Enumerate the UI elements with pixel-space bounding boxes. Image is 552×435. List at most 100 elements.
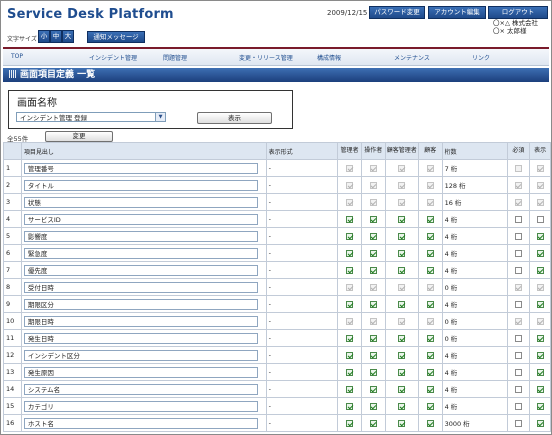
customer-checkbox[interactable] xyxy=(426,300,434,308)
chevron-down-icon[interactable]: ▼ xyxy=(155,113,165,121)
item-label-input[interactable]: 期限区分 xyxy=(23,298,258,310)
customer-checkbox[interactable] xyxy=(426,215,434,223)
admin-checkbox[interactable] xyxy=(346,300,354,308)
customer-admin-checkbox[interactable] xyxy=(398,232,406,240)
font-size-small-button[interactable]: 小 xyxy=(38,30,50,43)
nav-item-configuration[interactable]: 構成情報 xyxy=(317,53,341,62)
nav-item-incident[interactable]: インシデント管理 xyxy=(89,53,137,62)
admin-checkbox[interactable] xyxy=(346,402,354,410)
item-label-input[interactable]: 管理番号 xyxy=(23,162,258,174)
required-checkbox[interactable] xyxy=(514,351,522,359)
customer-checkbox[interactable] xyxy=(426,368,434,376)
customer-checkbox[interactable] xyxy=(426,249,434,257)
item-label-input[interactable]: 状態 xyxy=(23,196,258,208)
operator-checkbox[interactable] xyxy=(369,300,377,308)
required-checkbox[interactable] xyxy=(514,232,522,240)
customer-admin-checkbox[interactable] xyxy=(398,300,406,308)
item-label-input[interactable]: インシデント区分 xyxy=(23,349,258,361)
admin-checkbox[interactable] xyxy=(346,266,354,274)
visible-checkbox[interactable] xyxy=(536,402,544,410)
operator-checkbox[interactable] xyxy=(369,334,377,342)
screen-select[interactable]: インシデント管理 登録 ▼ xyxy=(16,112,166,122)
item-label-input[interactable]: 期限日時 xyxy=(23,315,258,327)
change-button[interactable]: 変更 xyxy=(45,131,113,142)
customer-admin-checkbox[interactable] xyxy=(398,402,406,410)
operator-checkbox[interactable] xyxy=(369,215,377,223)
item-label-input[interactable]: サービスID xyxy=(23,213,258,225)
operator-checkbox[interactable] xyxy=(369,249,377,257)
admin-checkbox[interactable] xyxy=(346,249,354,257)
item-label-input[interactable]: 影響度 xyxy=(23,230,258,242)
item-label-input[interactable]: 優先度 xyxy=(23,264,258,276)
nav-item-top[interactable]: TOP xyxy=(11,53,23,60)
nav-item-change-release[interactable]: 変更・リリース管理 xyxy=(239,53,293,62)
nav-item-maintenance[interactable]: メンテナンス xyxy=(394,53,430,62)
admin-checkbox[interactable] xyxy=(346,334,354,342)
operator-checkbox[interactable] xyxy=(369,385,377,393)
required-checkbox[interactable] xyxy=(514,300,522,308)
visible-checkbox[interactable] xyxy=(536,215,544,223)
item-label-input[interactable]: 発生原因 xyxy=(23,366,258,378)
item-label-input[interactable]: 受付日時 xyxy=(23,281,258,293)
account-edit-button[interactable]: アカウント編集 xyxy=(428,6,486,19)
customer-admin-checkbox[interactable] xyxy=(398,266,406,274)
customer-admin-checkbox[interactable] xyxy=(398,368,406,376)
display-button[interactable]: 表示 xyxy=(197,112,272,124)
required-checkbox[interactable] xyxy=(514,266,522,274)
notice-message-button[interactable]: 通知メッセージ xyxy=(87,31,145,43)
item-label-input[interactable]: 発生日時 xyxy=(23,332,258,344)
admin-checkbox[interactable] xyxy=(346,368,354,376)
operator-checkbox[interactable] xyxy=(369,368,377,376)
font-size-medium-button[interactable]: 中 xyxy=(50,30,62,43)
customer-checkbox[interactable] xyxy=(426,419,434,427)
visible-checkbox[interactable] xyxy=(536,300,544,308)
admin-checkbox[interactable] xyxy=(346,215,354,223)
nav-item-problem[interactable]: 問題管理 xyxy=(163,53,187,62)
visible-checkbox[interactable] xyxy=(536,266,544,274)
visible-checkbox[interactable] xyxy=(536,334,544,342)
customer-checkbox[interactable] xyxy=(426,385,434,393)
admin-checkbox[interactable] xyxy=(346,232,354,240)
operator-checkbox[interactable] xyxy=(369,351,377,359)
visible-checkbox[interactable] xyxy=(536,351,544,359)
operator-checkbox[interactable] xyxy=(369,402,377,410)
nav-item-link[interactable]: リンク xyxy=(472,53,490,62)
visible-checkbox[interactable] xyxy=(536,249,544,257)
required-checkbox[interactable] xyxy=(514,249,522,257)
customer-checkbox[interactable] xyxy=(426,351,434,359)
operator-checkbox[interactable] xyxy=(369,266,377,274)
required-checkbox[interactable] xyxy=(514,419,522,427)
operator-checkbox[interactable] xyxy=(369,419,377,427)
customer-checkbox[interactable] xyxy=(426,402,434,410)
logout-button[interactable]: ログアウト xyxy=(488,6,548,19)
item-label-input[interactable]: 緊急度 xyxy=(23,247,258,259)
customer-admin-checkbox[interactable] xyxy=(398,419,406,427)
required-checkbox[interactable] xyxy=(514,368,522,376)
item-label-input[interactable]: ホスト名 xyxy=(23,417,258,429)
operator-checkbox[interactable] xyxy=(369,232,377,240)
font-size-large-button[interactable]: 大 xyxy=(62,30,74,43)
required-checkbox[interactable] xyxy=(514,334,522,342)
required-checkbox[interactable] xyxy=(514,215,522,223)
customer-admin-checkbox[interactable] xyxy=(398,249,406,257)
visible-checkbox[interactable] xyxy=(536,232,544,240)
admin-checkbox[interactable] xyxy=(346,385,354,393)
item-label-input[interactable]: カテゴリ xyxy=(23,400,258,412)
customer-admin-checkbox[interactable] xyxy=(398,215,406,223)
password-change-button[interactable]: パスワード変更 xyxy=(369,6,425,19)
item-label-input[interactable]: タイトル xyxy=(23,179,258,191)
item-label-input[interactable]: システム名 xyxy=(23,383,258,395)
customer-admin-checkbox[interactable] xyxy=(398,351,406,359)
admin-checkbox[interactable] xyxy=(346,419,354,427)
admin-checkbox[interactable] xyxy=(346,351,354,359)
customer-admin-checkbox[interactable] xyxy=(398,385,406,393)
customer-checkbox[interactable] xyxy=(426,232,434,240)
visible-checkbox[interactable] xyxy=(536,385,544,393)
customer-checkbox[interactable] xyxy=(426,334,434,342)
customer-checkbox[interactable] xyxy=(426,266,434,274)
customer-admin-checkbox[interactable] xyxy=(398,334,406,342)
visible-checkbox[interactable] xyxy=(536,368,544,376)
required-checkbox[interactable] xyxy=(514,385,522,393)
visible-checkbox[interactable] xyxy=(536,419,544,427)
required-checkbox[interactable] xyxy=(514,402,522,410)
